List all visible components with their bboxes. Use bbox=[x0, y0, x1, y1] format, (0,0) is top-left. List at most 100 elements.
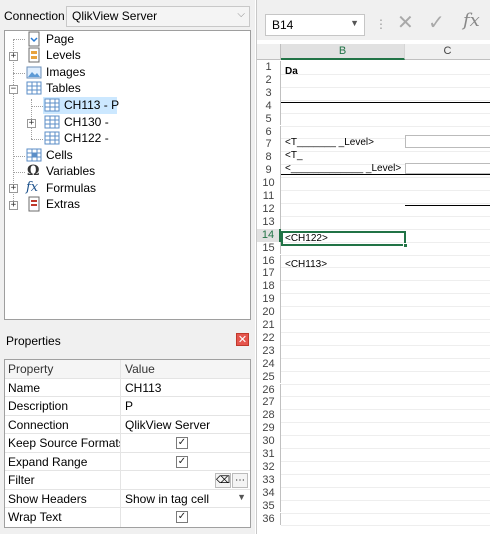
eraser-icon[interactable]: ⌫ bbox=[215, 473, 231, 488]
row-header[interactable]: 9 bbox=[257, 164, 281, 178]
tree-item-tables[interactable]: Tables bbox=[5, 80, 125, 97]
row-header[interactable]: 1 bbox=[257, 61, 281, 74]
property-label: Name bbox=[5, 378, 121, 396]
row-header[interactable]: 8 bbox=[257, 151, 281, 165]
check-icon[interactable]: ✓ bbox=[428, 10, 445, 35]
row-header[interactable]: 2 bbox=[257, 73, 281, 87]
property-label: Show Headers bbox=[5, 489, 121, 507]
extras-icon bbox=[28, 196, 40, 212]
fill-handle[interactable] bbox=[403, 243, 408, 248]
row-header[interactable]: 14 bbox=[257, 228, 281, 242]
tree-label-cells: Cells bbox=[46, 148, 73, 162]
expand-ch130-toggle[interactable]: + bbox=[27, 119, 36, 128]
row-header[interactable]: 25 bbox=[257, 370, 281, 384]
show-headers-dropdown[interactable]: Show in tag cell ▼ bbox=[121, 490, 250, 508]
row-header[interactable]: 28 bbox=[257, 409, 281, 423]
property-row-connection[interactable]: Connection QlikView Server bbox=[5, 415, 250, 434]
row-header[interactable]: 24 bbox=[257, 357, 281, 371]
spreadsheet-pane: B14 ▼ ⋮ ✕ ✓ fx B C 1 2 3 4 5 6 7 8 9 10 11 12 13 14 15… bbox=[256, 0, 490, 534]
cell-c6-box bbox=[405, 135, 490, 148]
chevron-down-icon: ⌵ bbox=[237, 9, 245, 20]
cell-c8-box bbox=[405, 163, 490, 174]
row-header[interactable]: 15 bbox=[257, 241, 281, 255]
tree-item-ch130[interactable]: CH130 - bbox=[43, 114, 123, 131]
row-header[interactable]: 19 bbox=[257, 293, 281, 307]
tree-item-variables[interactable]: Ω Variables bbox=[5, 163, 125, 180]
tree-item-ch122[interactable]: CH122 - bbox=[43, 130, 123, 147]
property-value-name[interactable]: CH113 bbox=[121, 379, 250, 397]
row-header[interactable]: 29 bbox=[257, 422, 281, 436]
tree-item-extras[interactable]: Extras bbox=[5, 196, 125, 213]
levels-icon bbox=[28, 47, 40, 63]
table-icon bbox=[44, 131, 60, 145]
row-header[interactable]: 16 bbox=[257, 254, 281, 268]
row-header[interactable]: 23 bbox=[257, 344, 281, 358]
property-column-header: Property bbox=[5, 360, 121, 378]
expand-range-checkbox[interactable]: ✓ bbox=[176, 455, 188, 468]
close-icon[interactable]: ✕ bbox=[236, 333, 249, 346]
row-header[interactable]: 36 bbox=[257, 512, 281, 526]
row-header[interactable]: 33 bbox=[257, 473, 281, 487]
row-header[interactable]: 21 bbox=[257, 319, 281, 332]
property-row-description[interactable]: Description P bbox=[5, 397, 250, 416]
row-header[interactable]: 30 bbox=[257, 435, 281, 448]
tree-item-images[interactable]: Images bbox=[5, 64, 125, 81]
row-header[interactable]: 5 bbox=[257, 112, 281, 126]
property-value-filter[interactable]: ⌫ ⋯ bbox=[121, 471, 250, 489]
property-row-show-headers[interactable]: Show Headers Show in tag cell ▼ bbox=[5, 489, 250, 508]
tree-label-formulas: Formulas bbox=[46, 181, 97, 195]
ellipsis-button[interactable]: ⋯ bbox=[232, 473, 248, 488]
tree-item-ch113[interactable]: CH113 - P bbox=[43, 97, 120, 114]
row-header[interactable]: 11 bbox=[257, 190, 281, 203]
tree-label-images: Images bbox=[46, 65, 86, 79]
row-header[interactable]: 10 bbox=[257, 177, 281, 190]
property-row-expand-range[interactable]: Expand Range ✓ bbox=[5, 452, 250, 471]
cell-b1: Da bbox=[285, 66, 298, 77]
cell-b16: <CH113> bbox=[285, 259, 328, 270]
property-value-connection[interactable]: QlikView Server bbox=[121, 416, 250, 434]
row-header[interactable]: 4 bbox=[257, 99, 281, 113]
row-header[interactable]: 17 bbox=[257, 267, 281, 281]
formula-bar: B14 ▼ ⋮ ✕ ✓ fx bbox=[257, 0, 490, 40]
splitter-handle[interactable]: ⋮ bbox=[375, 17, 387, 31]
column-header-c[interactable]: C bbox=[405, 44, 490, 60]
row-header[interactable]: 13 bbox=[257, 215, 281, 229]
property-row-filter[interactable]: Filter ⌫ ⋯ bbox=[5, 471, 250, 490]
table-icon bbox=[44, 115, 60, 129]
row-header[interactable]: 22 bbox=[257, 331, 281, 345]
connection-dropdown[interactable]: QlikView Server ⌵ bbox=[66, 6, 250, 27]
row-header[interactable]: 6 bbox=[257, 125, 281, 139]
tree-label-ch130: CH130 - bbox=[64, 115, 109, 129]
tree-item-page[interactable]: Page bbox=[5, 31, 125, 48]
row-header[interactable]: 18 bbox=[257, 280, 281, 294]
row-header[interactable]: 31 bbox=[257, 448, 281, 461]
keep-source-formats-checkbox[interactable]: ✓ bbox=[176, 437, 188, 449]
column-header-b[interactable]: B bbox=[281, 44, 405, 60]
tree-label-ch113: CH113 - P bbox=[64, 98, 120, 112]
tree-item-levels[interactable]: Levels bbox=[5, 47, 125, 64]
row-header[interactable]: 3 bbox=[257, 86, 281, 100]
property-row-wrap-text[interactable]: Wrap Text ✓ bbox=[5, 508, 250, 527]
row-header[interactable]: 7 bbox=[257, 138, 281, 152]
property-value-description[interactable]: P bbox=[121, 397, 250, 415]
row-header[interactable]: 32 bbox=[257, 460, 281, 474]
row-header[interactable]: 26 bbox=[257, 383, 281, 397]
cancel-x-icon[interactable]: ✕ bbox=[397, 10, 414, 35]
properties-header-row: Property Value bbox=[5, 360, 250, 379]
select-all-corner[interactable] bbox=[257, 44, 281, 60]
row-header[interactable]: 34 bbox=[257, 486, 281, 500]
row-header[interactable]: 12 bbox=[257, 202, 281, 216]
fx-icon[interactable]: fx bbox=[463, 10, 480, 31]
row-header[interactable]: 35 bbox=[257, 499, 281, 513]
property-label: Wrap Text bbox=[5, 508, 121, 527]
name-box[interactable]: B14 ▼ bbox=[265, 14, 365, 36]
row-header[interactable]: 27 bbox=[257, 396, 281, 410]
property-row-name[interactable]: Name CH113 bbox=[5, 378, 250, 397]
property-row-keep-source-formats[interactable]: Keep Source Formats ✓ bbox=[5, 434, 250, 453]
tree-item-formulas[interactable]: fx Formulas bbox=[5, 180, 125, 197]
wrap-text-checkbox[interactable]: ✓ bbox=[176, 511, 188, 523]
properties-grid: Property Value Name CH113 Description P … bbox=[4, 359, 251, 528]
property-label: Description bbox=[5, 397, 121, 415]
row-header[interactable]: 20 bbox=[257, 306, 281, 319]
tree-item-cells[interactable]: Cells bbox=[5, 147, 125, 164]
